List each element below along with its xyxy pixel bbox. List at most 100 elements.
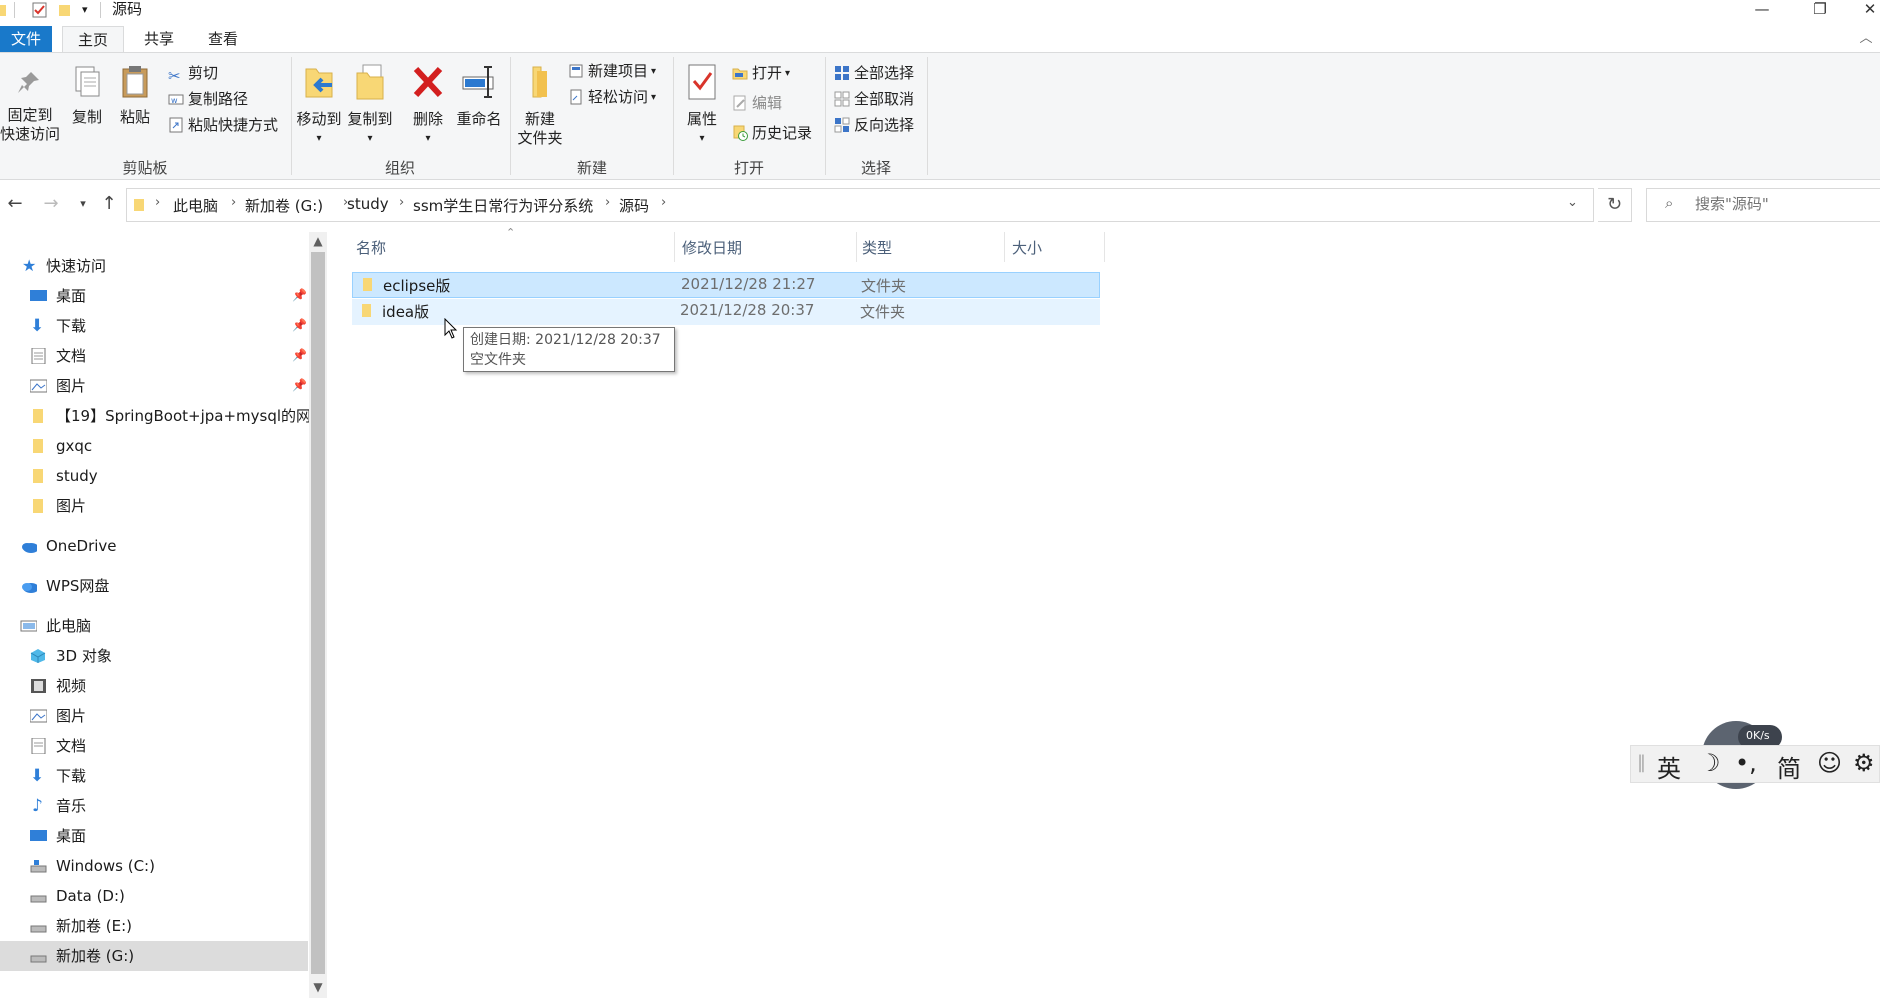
nav-label: 桌面 bbox=[56, 287, 87, 305]
open-icon bbox=[732, 68, 748, 80]
select-none-button[interactable]: 全部取消 bbox=[834, 89, 914, 111]
breadcrumb-drive-g[interactable]: 新加卷 (G:) bbox=[245, 195, 323, 216]
breadcrumb-this-pc[interactable]: 此电脑 bbox=[173, 195, 218, 216]
copy-path-button[interactable]: w 复制路径 bbox=[168, 89, 248, 111]
breadcrumb-separator-icon[interactable]: › bbox=[661, 195, 666, 210]
scrollbar-thumb[interactable] bbox=[311, 252, 325, 974]
rename-button[interactable]: 重命名 bbox=[454, 63, 504, 129]
column-divider[interactable] bbox=[674, 232, 675, 262]
properties-button[interactable]: 属性 ▾ bbox=[678, 63, 726, 148]
copy-icon bbox=[75, 66, 100, 97]
pin-icon bbox=[17, 70, 39, 95]
move-to-button[interactable]: 移动到 ▾ bbox=[296, 63, 342, 148]
chevron-down-icon: ▾ bbox=[316, 133, 322, 144]
cut-button[interactable]: ✂ 剪切 bbox=[168, 63, 218, 85]
folder-icon bbox=[33, 499, 43, 513]
desktop-icon bbox=[30, 830, 47, 841]
column-divider[interactable] bbox=[1104, 232, 1105, 262]
copy-to-button[interactable]: 复制到 ▾ bbox=[346, 63, 394, 148]
nav-label: 快速访问 bbox=[46, 257, 107, 275]
breadcrumb-separator-icon[interactable]: › bbox=[231, 195, 236, 210]
column-header-name[interactable]: 名称 bbox=[356, 236, 386, 260]
file-row[interactable]: eclipse版 2021/12/28 21:27 文件夹 bbox=[352, 272, 1100, 298]
invert-selection-button[interactable]: 反向选择 bbox=[834, 115, 914, 137]
open-button[interactable]: 打开 ▾ bbox=[732, 63, 790, 85]
gear-icon[interactable]: ⚙ bbox=[1853, 749, 1875, 777]
address-bar[interactable]: › 此电脑 › 新加卷 (G:) › study › ssm学生日常行为评分系统… bbox=[126, 188, 1594, 222]
file-date: 2021/12/28 21:27 bbox=[681, 275, 816, 293]
quick-access-dropdown-icon[interactable]: ▾ bbox=[82, 2, 88, 18]
back-arrow-icon[interactable]: ← bbox=[4, 193, 26, 215]
tab-view[interactable]: 查看 bbox=[196, 26, 250, 52]
new-folder-quick-icon[interactable] bbox=[58, 2, 72, 18]
column-divider[interactable] bbox=[856, 232, 857, 262]
minimize-button[interactable]: — bbox=[1742, 0, 1782, 20]
close-button[interactable]: ✕ bbox=[1850, 0, 1880, 20]
up-arrow-icon[interactable]: ↑ bbox=[98, 193, 120, 215]
copy-button[interactable]: 复制 bbox=[64, 65, 110, 127]
file-row[interactable]: idea版 2021/12/28 20:37 文件夹 bbox=[352, 299, 1100, 325]
tab-file[interactable]: 文件 bbox=[0, 26, 52, 52]
breadcrumb-separator-icon[interactable]: › bbox=[399, 195, 404, 210]
column-header-type[interactable]: 类型 bbox=[862, 236, 892, 260]
restore-button[interactable]: ❐ bbox=[1800, 0, 1840, 20]
delete-button[interactable]: 删除 ▾ bbox=[406, 63, 450, 148]
pin-to-quick-access-button[interactable]: 固定到 快速访问 bbox=[0, 67, 60, 144]
new-folder-icon bbox=[532, 66, 547, 98]
ime-punctuation-toggle[interactable]: •, bbox=[1735, 749, 1757, 777]
paste-button[interactable]: 粘贴 bbox=[112, 65, 158, 127]
search-box[interactable]: ⌕ bbox=[1646, 188, 1880, 222]
chevron-down-icon: ▾ bbox=[425, 133, 431, 144]
tooltip-folder-status: 空文件夹 bbox=[470, 352, 526, 368]
ribbon-collapse-icon[interactable]: ︿ bbox=[1854, 26, 1878, 52]
tab-home[interactable]: 主页 bbox=[62, 26, 124, 52]
edit-icon bbox=[733, 95, 746, 111]
edit-button[interactable]: 编辑 bbox=[732, 93, 782, 115]
refresh-icon[interactable]: ↻ bbox=[1598, 188, 1632, 222]
column-header-size[interactable]: 大小 bbox=[1012, 236, 1042, 260]
recent-locations-chevron-icon[interactable]: ▾ bbox=[72, 193, 94, 215]
ime-simplified-toggle[interactable]: 简 bbox=[1777, 749, 1801, 784]
breadcrumb-source[interactable]: 源码 bbox=[619, 195, 649, 216]
paste-shortcut-button[interactable]: 粘贴快捷方式 bbox=[168, 115, 278, 137]
nav-scrollbar[interactable]: ▲ ▼ bbox=[309, 232, 327, 998]
properties-icon bbox=[688, 64, 716, 100]
new-folder-button[interactable]: 新建 文件夹 bbox=[514, 63, 566, 148]
nav-label: study bbox=[56, 467, 98, 485]
forward-arrow-icon[interactable]: → bbox=[40, 193, 62, 215]
select-all-button[interactable]: 全部选择 bbox=[834, 63, 914, 85]
document-icon bbox=[31, 348, 46, 364]
ime-drag-handle[interactable]: ‖ bbox=[1637, 752, 1646, 773]
ime-toolbar: ‖ 英 ☽ •, 简 ☺ ⚙ bbox=[1630, 745, 1880, 783]
pin-icon[interactable]: 📌 bbox=[292, 318, 307, 332]
new-item-button[interactable]: 新建项目 ▾ bbox=[568, 61, 656, 83]
copy-path-icon: w bbox=[168, 94, 184, 105]
chevron-down-icon: ▾ bbox=[699, 133, 705, 144]
breadcrumb-separator-icon[interactable]: › bbox=[605, 195, 610, 210]
breadcrumb-separator-icon[interactable]: › bbox=[155, 195, 160, 210]
file-name: idea版 bbox=[382, 303, 430, 321]
search-input[interactable] bbox=[1695, 195, 1875, 213]
column-divider[interactable] bbox=[1004, 232, 1005, 262]
drive-icon bbox=[30, 925, 47, 933]
smiley-icon[interactable]: ☺ bbox=[1817, 749, 1842, 777]
address-history-chevron-icon[interactable]: ⌄ bbox=[1567, 195, 1578, 210]
easy-access-button[interactable]: 轻松访问 ▾ bbox=[568, 87, 656, 109]
pin-icon[interactable]: 📌 bbox=[292, 348, 307, 362]
pin-icon[interactable]: 📌 bbox=[292, 378, 307, 392]
nav-label: OneDrive bbox=[46, 537, 117, 555]
properties-quick-icon[interactable] bbox=[32, 2, 48, 18]
tab-share[interactable]: 共享 bbox=[132, 26, 186, 52]
pin-icon[interactable]: 📌 bbox=[292, 288, 307, 302]
navigation-bar: ← → ▾ ↑ › 此电脑 › 新加卷 (G:) › study › ssm学生… bbox=[0, 186, 1880, 224]
ime-language-toggle[interactable]: 英 bbox=[1657, 749, 1681, 784]
select-group-label: 选择 bbox=[860, 159, 891, 177]
moon-icon[interactable]: ☽ bbox=[1699, 749, 1721, 777]
nav-label: 视频 bbox=[56, 677, 87, 695]
breadcrumb-project[interactable]: ssm学生日常行为评分系统 bbox=[413, 195, 593, 216]
history-button[interactable]: 历史记录 bbox=[732, 123, 812, 145]
breadcrumb-study[interactable]: study bbox=[347, 195, 389, 213]
scroll-up-icon[interactable]: ▲ bbox=[309, 234, 327, 248]
column-header-date[interactable]: 修改日期 bbox=[682, 236, 742, 260]
scroll-down-icon[interactable]: ▼ bbox=[309, 980, 327, 994]
